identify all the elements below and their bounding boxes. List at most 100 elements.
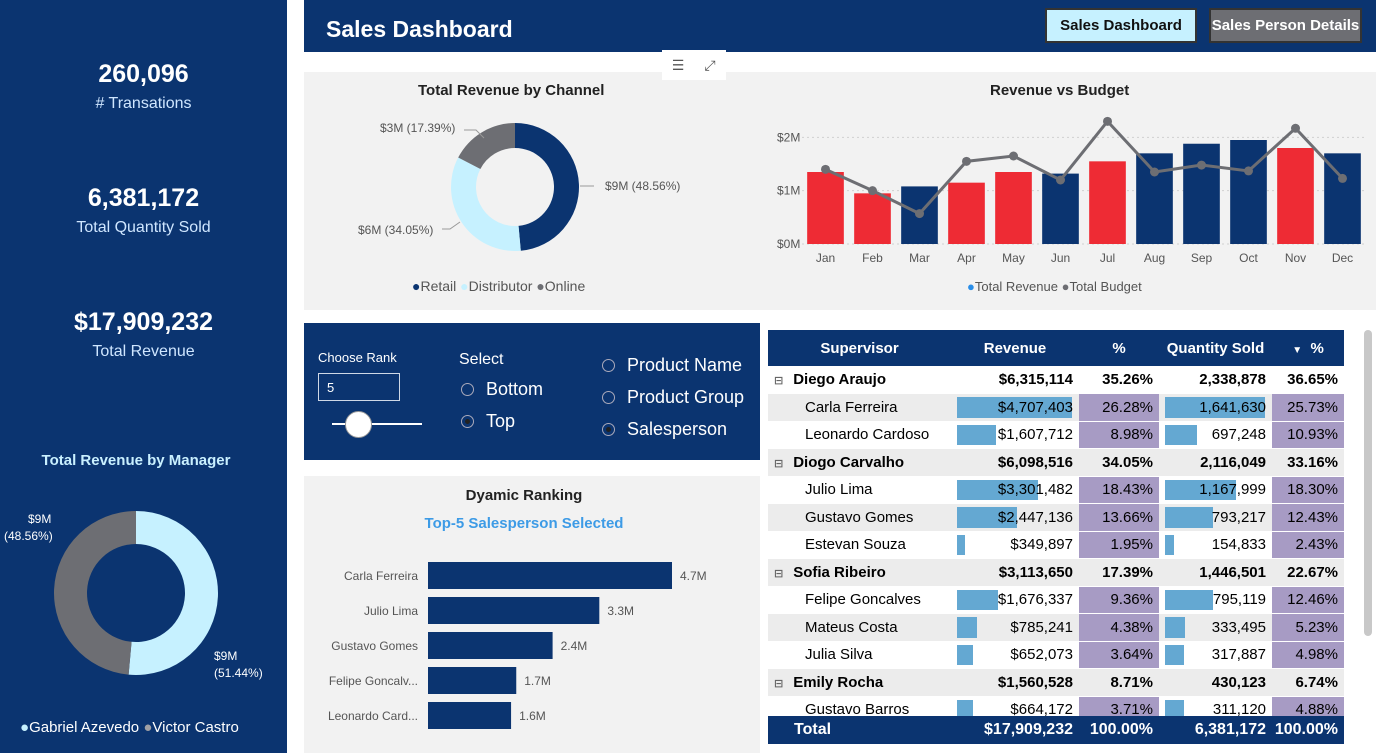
table-row[interactable]: Felipe Goncalves $1,676,337 9.36% 795,119 12… — [768, 586, 1344, 614]
collapse-icon[interactable]: ⊟ — [774, 678, 783, 690]
budget-point[interactable] — [1291, 123, 1300, 133]
x-tick-label: Sep — [1191, 251, 1213, 265]
ranking-bar[interactable] — [428, 632, 553, 659]
radio-label: Salesperson — [627, 419, 728, 439]
nav-button-sales-dashboard[interactable]: Sales Dashboard — [1045, 8, 1197, 43]
revenue-bar[interactable] — [1136, 153, 1173, 244]
budget-point[interactable] — [1244, 166, 1253, 176]
manager-slice-1[interactable] — [128, 511, 219, 675]
table-row[interactable]: Julio Lima $3,301,482 18.43% 1,167,999 18.30… — [768, 476, 1344, 504]
quantity-data-bar — [1165, 617, 1185, 638]
column-header[interactable]: % — [1079, 330, 1159, 366]
ranking-bar[interactable] — [428, 667, 517, 694]
budget-point[interactable] — [821, 164, 830, 174]
budget-point[interactable] — [1338, 173, 1347, 183]
budget-point[interactable] — [1056, 175, 1065, 185]
ranking-bar[interactable] — [428, 702, 512, 729]
revenue-bar[interactable] — [1230, 140, 1267, 244]
column-header[interactable]: Revenue — [951, 330, 1079, 366]
ranking-bar[interactable] — [428, 562, 672, 589]
table-row[interactable]: Carla Ferreira $4,707,403 26.28% 1,641,630 2… — [768, 393, 1344, 422]
manager-label-pct-2: (48.56%) — [4, 529, 53, 543]
rank-input[interactable]: 5 — [318, 373, 400, 401]
quantity-pct-cell: 25.73% — [1272, 393, 1344, 422]
matrix-table: Supervisor Revenue % Quantity Sold ▼ % ⊟… — [768, 330, 1344, 724]
revenue-pct-cell: 8.98% — [1079, 421, 1159, 449]
manager-slice-2[interactable] — [54, 511, 137, 675]
column-header[interactable]: Supervisor — [768, 330, 951, 366]
radio-product-name[interactable]: Product Name — [602, 355, 742, 376]
ranking-category-label: Julio Lima — [364, 604, 418, 618]
revenue-bar[interactable] — [854, 193, 891, 244]
legend-label: Gabriel Azevedo — [29, 719, 140, 736]
ranking-category-label: Carla Ferreira — [344, 569, 418, 583]
revenue-bar[interactable] — [1324, 153, 1361, 244]
collapse-icon[interactable]: ⊟ — [774, 375, 783, 387]
budget-point[interactable] — [1197, 160, 1206, 170]
revenue-pct-cell: 8.71% — [1079, 668, 1159, 697]
channel-label-retail: $9M (48.56%) — [605, 179, 680, 193]
channel-slice-1[interactable] — [515, 123, 579, 251]
revenue-bar[interactable] — [1089, 161, 1126, 244]
ranking-value-label: 2.4M — [561, 639, 588, 653]
quantity-cell: 2,116,049 — [1159, 448, 1272, 477]
radio-product-group[interactable]: Product Group — [602, 387, 744, 408]
table-group-row[interactable]: ⊟ Diego Araujo $6,315,114 35.26% 2,338,878 36… — [768, 366, 1344, 394]
revenue-pct-cell: 9.36% — [1079, 586, 1159, 614]
budget-point[interactable] — [1103, 116, 1112, 126]
budget-point[interactable] — [868, 186, 877, 196]
table-group-row[interactable]: ⊟ Sofia Ribeiro $3,113,650 17.39% 1,446,501 2… — [768, 558, 1344, 587]
salesperson-name: Julio Lima — [768, 476, 951, 504]
quantity-cell: 1,641,630 — [1159, 393, 1272, 422]
budget-point[interactable] — [962, 156, 971, 166]
table-row[interactable]: Gustavo Gomes $2,447,136 13.66% 793,217 12.4… — [768, 503, 1344, 532]
x-tick-label: Oct — [1239, 251, 1258, 265]
table-row[interactable]: Mateus Costa $785,241 4.38% 333,495 5.23% — [768, 613, 1344, 642]
nav-button-sales-person-details[interactable]: Sales Person Details — [1209, 8, 1362, 43]
ranking-bar-chart: Carla Ferreira 4.7M Julio Lima 3.3M Gustavo … — [328, 562, 707, 729]
budget-point[interactable] — [1150, 167, 1159, 177]
revenue-bar[interactable] — [948, 182, 985, 244]
column-header[interactable]: Quantity Sold — [1159, 330, 1272, 366]
revenue-data-bar — [957, 534, 966, 555]
collapse-icon[interactable]: ⊟ — [774, 458, 783, 470]
rank-slider-handle[interactable] — [345, 411, 372, 438]
revenue-pct-cell: 26.28% — [1079, 393, 1159, 422]
revenue-data-bar — [957, 424, 997, 445]
revenue-cell: $3,301,482 — [951, 476, 1079, 504]
radio-selected-icon — [461, 415, 474, 428]
revenue-bar[interactable] — [995, 172, 1032, 244]
revenue-cell: $1,676,337 — [951, 586, 1079, 614]
manager-chart-title: Total Revenue by Manager — [41, 452, 231, 469]
table-row[interactable]: Leonardo Cardoso $1,607,712 8.98% 697,248 10… — [768, 421, 1344, 449]
quantity-data-bar — [1165, 534, 1174, 555]
salesperson-name: Mateus Costa — [768, 613, 951, 642]
revenue-bar[interactable] — [1183, 143, 1220, 244]
revenue-pct-cell: 13.66% — [1079, 503, 1159, 532]
radio-label: Product Name — [627, 355, 743, 375]
quantity-pct-cell: 22.67% — [1272, 558, 1344, 587]
revenue-bar[interactable] — [807, 172, 844, 244]
budget-point[interactable] — [1009, 151, 1018, 161]
collapse-icon[interactable]: ⊟ — [774, 568, 783, 580]
kpi-value: $17,909,232 — [73, 308, 214, 336]
channel-slice-2[interactable] — [451, 157, 521, 251]
revenue-cell: $785,241 — [951, 613, 1079, 642]
radio-salesperson[interactable]: Salesperson — [602, 419, 727, 440]
manager-label-value-1: $9M — [214, 649, 237, 663]
total-revenue: $17,909,232 — [951, 716, 1079, 745]
table-row[interactable]: Estevan Souza $349,897 1.95% 154,833 2.43% — [768, 531, 1344, 559]
table-group-row[interactable]: ⊟ Emily Rocha $1,560,528 8.71% 430,123 6.74% — [768, 668, 1344, 697]
page-header: Sales Dashboard Sales Dashboard Sales Pe… — [304, 0, 1376, 52]
budget-point[interactable] — [915, 209, 924, 219]
table-row[interactable]: Julia Silva $652,073 3.64% 317,887 4.98% — [768, 641, 1344, 669]
table-scrollbar[interactable] — [1364, 330, 1372, 636]
revenue-bar[interactable] — [1277, 148, 1314, 244]
ranking-value-label: 1.7M — [524, 674, 551, 688]
column-header[interactable]: ▼ % — [1272, 330, 1344, 366]
radio-top[interactable]: Top — [461, 411, 515, 432]
quantity-pct-cell: 10.93% — [1272, 421, 1344, 449]
radio-bottom[interactable]: Bottom — [461, 379, 543, 400]
table-group-row[interactable]: ⊟ Diogo Carvalho $6,098,516 34.05% 2,116,049… — [768, 448, 1344, 477]
ranking-bar[interactable] — [428, 597, 600, 624]
